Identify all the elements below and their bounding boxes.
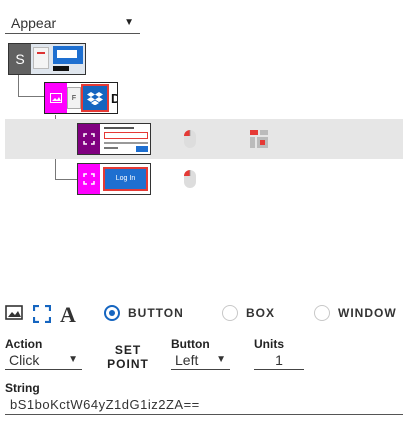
focus-frame-icon xyxy=(78,164,100,194)
radio-label-box: BOX xyxy=(246,306,276,320)
root-tag: S xyxy=(9,44,31,74)
login-thumbnail: Log In xyxy=(103,167,148,191)
tree-node-image[interactable]: F D xyxy=(44,82,118,114)
node-caption: D xyxy=(111,91,117,106)
set-point-line2: POINT xyxy=(107,357,149,371)
focus-frame-icon xyxy=(78,124,100,154)
chevron-down-icon: ▼ xyxy=(68,354,78,365)
image-icon[interactable] xyxy=(5,305,23,321)
dropbox-icon xyxy=(81,84,109,112)
chevron-down-icon: ▼ xyxy=(216,354,226,365)
tree-connector xyxy=(55,179,77,180)
tree-node-root[interactable]: S xyxy=(8,43,86,75)
radio-label-window: WINDOW xyxy=(338,306,397,320)
button-label: Button xyxy=(171,337,210,351)
tree-connector xyxy=(18,96,44,97)
image-icon xyxy=(45,83,67,113)
mouse-icon xyxy=(183,169,197,189)
mode-select[interactable]: Appear ▼ xyxy=(5,12,140,34)
tree-connector xyxy=(18,75,19,96)
mouse-icon xyxy=(183,129,197,149)
tree-node-frame[interactable] xyxy=(77,123,151,155)
string-label: String xyxy=(5,381,40,395)
set-point-button[interactable]: SET POINT xyxy=(103,343,153,371)
chevron-down-icon: ▼ xyxy=(124,17,134,28)
action-select[interactable]: Click ▼ xyxy=(5,350,82,370)
action-value: Click xyxy=(9,352,40,368)
set-point-line1: SET xyxy=(114,343,142,357)
radio-label-button: BUTTON xyxy=(128,306,184,320)
selected-row-highlight xyxy=(5,119,403,159)
units-value: 1 xyxy=(275,352,283,368)
form-thumbnail xyxy=(100,124,150,154)
button-select[interactable]: Left ▼ xyxy=(171,350,230,370)
tree-node-login[interactable]: Log In xyxy=(77,163,151,195)
screenshot-thumbnail xyxy=(31,44,85,74)
mode-select-value: Appear xyxy=(11,15,57,31)
string-input[interactable]: bS1boKctW64yZ1dG1iz2ZA== xyxy=(5,395,403,415)
window-grid-icon xyxy=(249,129,269,149)
text-icon[interactable]: A xyxy=(60,302,76,328)
radio-box-option[interactable] xyxy=(222,305,238,321)
focus-frame-icon[interactable] xyxy=(32,304,52,324)
units-label: Units xyxy=(254,337,284,351)
string-value: bS1boKctW64yZ1dG1iz2ZA== xyxy=(10,397,200,412)
button-value: Left xyxy=(175,352,199,368)
action-label: Action xyxy=(5,337,43,351)
radio-window-option[interactable] xyxy=(314,305,330,321)
radio-button-option[interactable] xyxy=(104,305,120,321)
units-input[interactable]: 1 xyxy=(254,350,304,370)
